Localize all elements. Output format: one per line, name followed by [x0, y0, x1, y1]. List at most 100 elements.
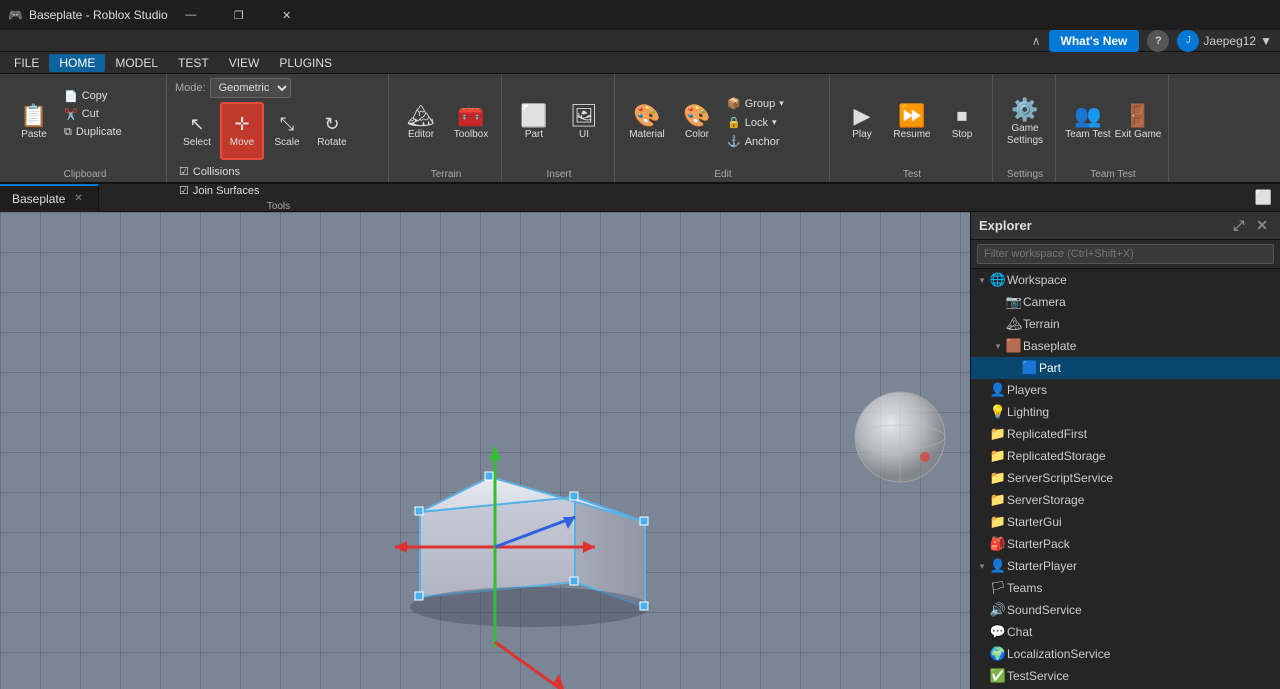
ribbon-group-team-test: 👥 Team Test 🚪 Exit Game Team Test	[1058, 74, 1169, 182]
tree-item[interactable]: 📁ReplicatedStorage	[971, 445, 1280, 467]
tree-item[interactable]: 🌍LocalizationService	[971, 643, 1280, 665]
expand-viewport-button[interactable]: ⬜	[1247, 189, 1280, 206]
scale-button[interactable]: ⤡ Scale	[265, 102, 309, 160]
menu-file[interactable]: FILE	[4, 54, 49, 72]
tree-item-label: ReplicatedFirst	[1007, 427, 1274, 441]
menu-view[interactable]: VIEW	[219, 54, 270, 72]
ribbon-group-edit: 🎨 Material 🎨 Color 📦 Group ▾ 🔒 Lock ▾	[617, 74, 830, 182]
tree-item-icon: ✅	[989, 668, 1007, 684]
tree-item-label: Chat	[1007, 625, 1274, 639]
filter-input[interactable]	[977, 244, 1274, 264]
tree-item-icon: 👤	[989, 558, 1007, 574]
tree-item[interactable]: 📁StarterGui	[971, 511, 1280, 533]
tree-item[interactable]: 🏳Teams	[971, 577, 1280, 599]
duplicate-button[interactable]: ⧉ Duplicate	[60, 124, 160, 141]
game-settings-button[interactable]: ⚙️ Game Settings	[1001, 88, 1049, 158]
tree-item[interactable]: 🏔Terrain	[971, 313, 1280, 335]
help-button[interactable]: ?	[1147, 30, 1169, 52]
tree-item[interactable]: ▾🟫Baseplate	[971, 335, 1280, 357]
scale-icon: ⤡	[280, 114, 294, 135]
tree-item-label: ServerStorage	[1007, 493, 1274, 507]
paste-icon: 📋	[20, 105, 47, 127]
tree-item[interactable]: 🟦Part	[971, 357, 1280, 379]
material-button[interactable]: 🎨 Material	[623, 88, 671, 158]
tree-item-label: Teams	[1007, 581, 1274, 595]
close-button[interactable]: ✕	[264, 0, 310, 30]
rotate-button[interactable]: ↻ Rotate	[310, 102, 354, 160]
whatsnew-button[interactable]: What's New	[1049, 30, 1140, 52]
expand-ribbon-button[interactable]: ∧	[1032, 34, 1041, 48]
ribbon-group-clipboard: 📋 Paste 📄 Copy ✂️ Cut ⧉ Duplicate	[4, 74, 167, 182]
tree-item[interactable]: 🔊SoundService	[971, 599, 1280, 621]
anchor-icon: ⚓	[727, 135, 741, 148]
tab-label: Baseplate	[12, 192, 65, 206]
tab-baseplate[interactable]: Baseplate ✕	[0, 184, 99, 212]
tree-item[interactable]: 💬Chat	[971, 621, 1280, 643]
part-icon: ⬜	[520, 105, 547, 127]
tree-item[interactable]: 🎒StarterPack	[971, 533, 1280, 555]
tree-item[interactable]: ▾🌐Workspace	[971, 269, 1280, 291]
copy-button[interactable]: 📄 Copy	[60, 88, 160, 105]
team-test-button[interactable]: 👥 Team Test	[1064, 88, 1112, 158]
select-icon: ↖	[189, 114, 204, 135]
exit-icon: 🚪	[1124, 105, 1151, 127]
tree-item-label: Camera	[1023, 295, 1274, 309]
user-profile[interactable]: J Jaepeg12 ▼	[1177, 30, 1272, 52]
group-button[interactable]: 📦 Group ▾	[723, 95, 823, 112]
minimize-button[interactable]: —	[168, 0, 214, 30]
tree-item[interactable]: 💡Lighting	[971, 401, 1280, 423]
menu-plugins[interactable]: PLUGINS	[269, 54, 342, 72]
insert-content: ⬜ Part 🖼 UI	[510, 78, 608, 167]
gear-icon: ⚙️	[1011, 99, 1038, 121]
tree-item[interactable]: 📷Camera	[971, 291, 1280, 313]
maximize-button[interactable]: ❐	[216, 0, 262, 30]
tree-item[interactable]: 📁ServerStorage	[971, 489, 1280, 511]
toolbox-button[interactable]: 🧰 Toolbox	[447, 88, 495, 158]
tree-item[interactable]: 👤Players	[971, 379, 1280, 401]
viewport[interactable]: L	[0, 212, 970, 689]
explorer-close-button[interactable]: ✕	[1252, 215, 1272, 236]
explorer-expand-button[interactable]: ⤢	[1229, 215, 1248, 236]
resume-button[interactable]: ⏩ Resume	[888, 88, 936, 158]
move-button[interactable]: ✛ Move	[220, 102, 264, 160]
explorer-filter	[971, 240, 1280, 269]
tree-item[interactable]: ▾👤StarterPlayer	[971, 555, 1280, 577]
select-button[interactable]: ↖ Select	[175, 102, 219, 160]
tree-item-icon: 📁	[989, 492, 1007, 508]
part-button[interactable]: ⬜ Part	[510, 88, 558, 158]
tree-item[interactable]: ✅TestService	[971, 665, 1280, 687]
exit-game-button[interactable]: 🚪 Exit Game	[1114, 88, 1162, 158]
tree-item-icon: 💡	[989, 404, 1007, 420]
anchor-button[interactable]: ⚓ Anchor	[723, 133, 823, 150]
collisions-checkbox: ☑	[179, 165, 189, 178]
join-surfaces-button[interactable]: ☑ Join Surfaces	[175, 182, 382, 199]
stop-button[interactable]: ⏹ Stop	[938, 88, 986, 158]
tree-item[interactable]: 📁ServerScriptService	[971, 467, 1280, 489]
explorer-tree: ▾🌐Workspace📷Camera🏔Terrain▾🟫Baseplate🟦Pa…	[971, 269, 1280, 689]
cut-button[interactable]: ✂️ Cut	[60, 106, 160, 123]
lock-icon: 🔒	[727, 116, 741, 129]
editor-button[interactable]: 🏔 Editor	[397, 88, 445, 158]
menu-model[interactable]: MODEL	[105, 54, 168, 72]
ribbon: 📋 Paste 📄 Copy ✂️ Cut ⧉ Duplicate	[0, 74, 1280, 184]
ui-button[interactable]: 🖼 UI	[560, 88, 608, 158]
tree-item-icon: 🟦	[1021, 360, 1039, 376]
window-controls: — ❐ ✕	[168, 0, 310, 30]
clipboard-content: 📋 Paste 📄 Copy ✂️ Cut ⧉ Duplicate	[10, 78, 160, 167]
ribbon-group-tools: Mode: Geometric Surface ↖ Select ✛ Move …	[169, 74, 389, 182]
tab-close-button[interactable]: ✕	[71, 192, 85, 205]
play-button[interactable]: ▶ Play	[838, 88, 886, 158]
editor-icon: 🏔	[407, 105, 435, 127]
menu-test[interactable]: TEST	[168, 54, 219, 72]
menu-home[interactable]: HOME	[49, 54, 105, 72]
paste-button[interactable]: 📋 Paste	[10, 88, 58, 158]
tree-item[interactable]: 📁ReplicatedFirst	[971, 423, 1280, 445]
collisions-button[interactable]: ☑ Collisions	[175, 163, 382, 180]
color-button[interactable]: 🎨 Color	[673, 88, 721, 158]
lock-button[interactable]: 🔒 Lock ▾	[723, 114, 823, 131]
tree-arrow-icon: ▾	[975, 275, 989, 286]
window-title: Baseplate - Roblox Studio	[29, 8, 168, 22]
tree-item-icon: 🌍	[989, 646, 1007, 662]
mode-select[interactable]: Geometric Surface	[210, 78, 291, 98]
tree-item-icon: 🏳	[989, 580, 1007, 596]
